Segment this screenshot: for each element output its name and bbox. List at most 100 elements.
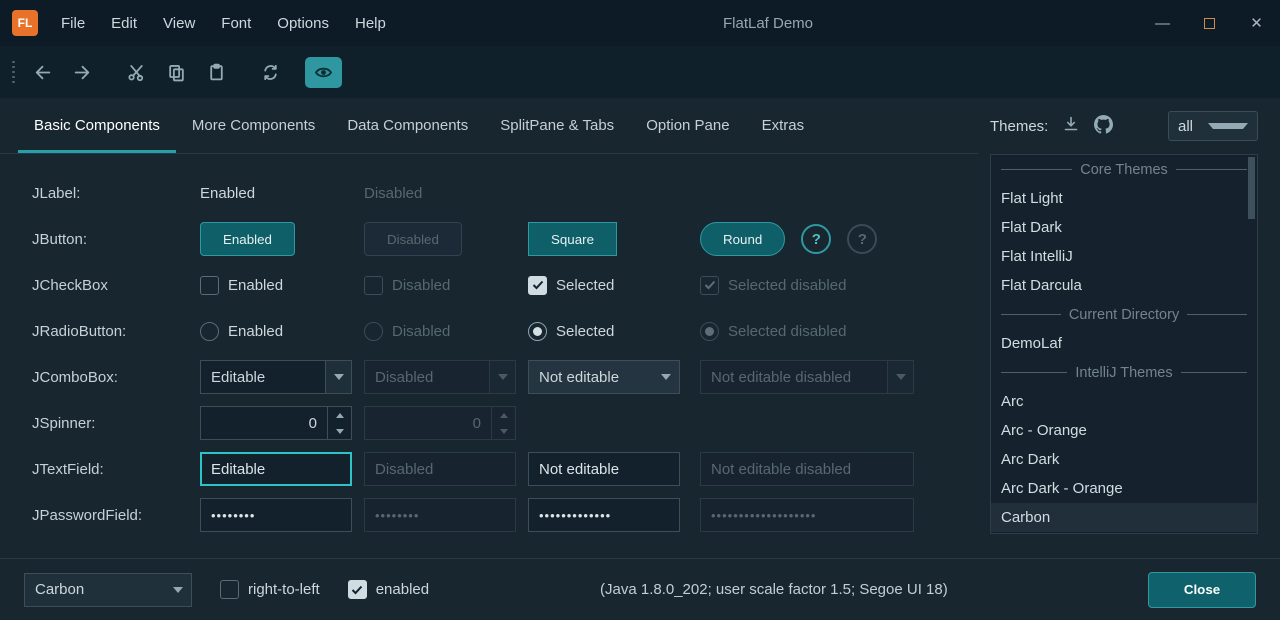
minimize-button[interactable]: — <box>1139 0 1186 46</box>
textfield-not-editable[interactable] <box>528 452 680 486</box>
jbutton-round[interactable]: Round <box>700 222 785 256</box>
cut-button[interactable] <box>117 55 157 89</box>
toolbar-grip[interactable] <box>12 61 15 84</box>
menu-item-edit[interactable]: Edit <box>98 0 150 46</box>
refresh-button[interactable] <box>251 55 291 89</box>
combobox-editable[interactable]: Editable <box>200 360 352 394</box>
tab-extras[interactable]: Extras <box>746 98 821 153</box>
spinner-enabled[interactable]: 0 <box>200 406 352 440</box>
combobox-arrow-button[interactable] <box>165 574 191 606</box>
tab-splitpane-tabs[interactable]: SplitPane & Tabs <box>484 98 630 153</box>
close-window-button[interactable]: ✕ <box>1233 0 1280 46</box>
theme-switch-combobox[interactable]: Carbon <box>24 573 192 607</box>
theme-group-separator: IntelliJ Themes <box>991 358 1257 387</box>
row-label-jradiobutton: JRadioButton: <box>32 323 200 340</box>
menu-item-font[interactable]: Font <box>208 0 264 46</box>
chevron-down-icon <box>498 374 508 380</box>
inspect-toggle-button[interactable] <box>305 57 342 88</box>
themes-list: Core Themes Flat Light Flat Dark Flat In… <box>990 154 1258 534</box>
row-label-jlabel: JLabel: <box>32 185 200 202</box>
textfield-editable[interactable] <box>200 452 352 486</box>
checkbox-icon <box>200 276 219 295</box>
combobox-disabled: Disabled <box>364 360 516 394</box>
tab-more-components[interactable]: More Components <box>176 98 331 153</box>
checkbox-enabled[interactable]: Enabled <box>200 276 364 295</box>
radio-selected-icon <box>700 322 719 341</box>
theme-list-item[interactable]: Flat IntelliJ <box>991 242 1257 271</box>
radio-selected[interactable]: Selected <box>528 322 700 341</box>
passwordfield-not-editable[interactable] <box>528 498 680 532</box>
back-arrow-icon <box>33 63 52 82</box>
theme-list-item-selected[interactable]: Carbon <box>991 503 1257 532</box>
forward-button[interactable] <box>63 55 103 89</box>
combobox-arrow-button[interactable] <box>653 361 679 393</box>
close-button[interactable]: Close <box>1148 572 1256 608</box>
theme-list-item[interactable]: Flat Darcula <box>991 271 1257 300</box>
tab-option-pane[interactable]: Option Pane <box>630 98 745 153</box>
spinner-down-button[interactable] <box>328 423 351 439</box>
content-panel: Basic Components More Components Data Co… <box>0 98 978 558</box>
tab-basic-components[interactable]: Basic Components <box>18 98 176 153</box>
theme-list-item[interactable]: Flat Dark <box>991 213 1257 242</box>
chevron-down-icon <box>661 374 671 380</box>
combobox-arrow-button[interactable] <box>325 361 351 393</box>
eye-icon <box>314 63 333 82</box>
theme-list-item[interactable]: Arc - Orange <box>991 416 1257 445</box>
jbutton-disabled: Disabled <box>364 222 462 256</box>
theme-list-item[interactable]: Arc <box>991 387 1257 416</box>
radio-disabled: Disabled <box>364 322 528 341</box>
window-controls: — ✕ <box>1139 0 1280 46</box>
textfield-not-editable-disabled <box>700 452 914 486</box>
theme-list-item[interactable]: DemoLaf <box>991 329 1257 358</box>
radio-label: Selected <box>556 323 614 340</box>
menu-item-file[interactable]: File <box>48 0 98 46</box>
checkbox-label: Selected disabled <box>728 277 846 294</box>
rtl-checkbox[interactable]: right-to-left <box>220 580 320 599</box>
runtime-info: (Java 1.8.0_202; user scale factor 1.5; … <box>600 581 948 598</box>
themes-header: Themes: all <box>990 98 1258 154</box>
radio-label: Disabled <box>392 323 450 340</box>
row-label-jcheckbox: JCheckBox <box>32 277 200 294</box>
download-theme-button[interactable] <box>1062 115 1080 137</box>
help-button[interactable]: ? <box>801 224 831 254</box>
spinner-up-button[interactable] <box>328 407 351 423</box>
spinner-disabled: 0 <box>364 406 516 440</box>
chevron-down-icon <box>500 429 508 434</box>
theme-list-item[interactable]: Arc Dark - Orange <box>991 474 1257 503</box>
menu-item-options[interactable]: Options <box>264 0 342 46</box>
tab-data-components[interactable]: Data Components <box>331 98 484 153</box>
maximize-button[interactable] <box>1186 0 1233 46</box>
row-label-jpasswordfield: JPasswordField: <box>32 507 200 524</box>
combobox-not-editable-disabled: Not editable disabled <box>700 360 914 394</box>
passwordfield-not-editable-disabled <box>700 498 914 532</box>
passwordfield-editable[interactable] <box>200 498 352 532</box>
checkbox-label: Disabled <box>392 277 450 294</box>
components-grid: JLabel: Enabled Disabled JButton: Enable… <box>0 154 978 538</box>
scissors-icon <box>127 63 146 82</box>
checkbox-selected[interactable]: Selected <box>528 276 700 295</box>
copy-button[interactable] <box>157 55 197 89</box>
jbutton-square[interactable]: Square <box>528 222 617 256</box>
enabled-checkbox[interactable]: enabled <box>348 580 429 599</box>
github-link[interactable] <box>1094 115 1113 138</box>
themes-label: Themes: <box>990 118 1048 135</box>
paste-button[interactable] <box>197 55 237 89</box>
back-button[interactable] <box>23 55 63 89</box>
theme-list-item[interactable]: Flat Light <box>991 184 1257 213</box>
menu-item-view[interactable]: View <box>150 0 208 46</box>
checkbox-checked-icon <box>528 276 547 295</box>
copy-icon <box>167 63 186 82</box>
theme-filter-combobox[interactable]: all <box>1168 111 1258 141</box>
jbutton-enabled[interactable]: Enabled <box>200 222 295 256</box>
spinner-down-button <box>492 423 515 439</box>
menu-item-help[interactable]: Help <box>342 0 399 46</box>
scrollbar-thumb[interactable] <box>1248 157 1255 219</box>
combobox-arrow-button <box>489 361 515 393</box>
row-label-jspinner: JSpinner: <box>32 415 200 432</box>
theme-list-item[interactable]: Arc Dark <box>991 445 1257 474</box>
radio-label: Selected disabled <box>728 323 846 340</box>
combobox-not-editable[interactable]: Not editable <box>528 360 680 394</box>
radio-enabled[interactable]: Enabled <box>200 322 364 341</box>
help-button-disabled: ? <box>847 224 877 254</box>
app-logo-icon: FL <box>12 10 38 36</box>
